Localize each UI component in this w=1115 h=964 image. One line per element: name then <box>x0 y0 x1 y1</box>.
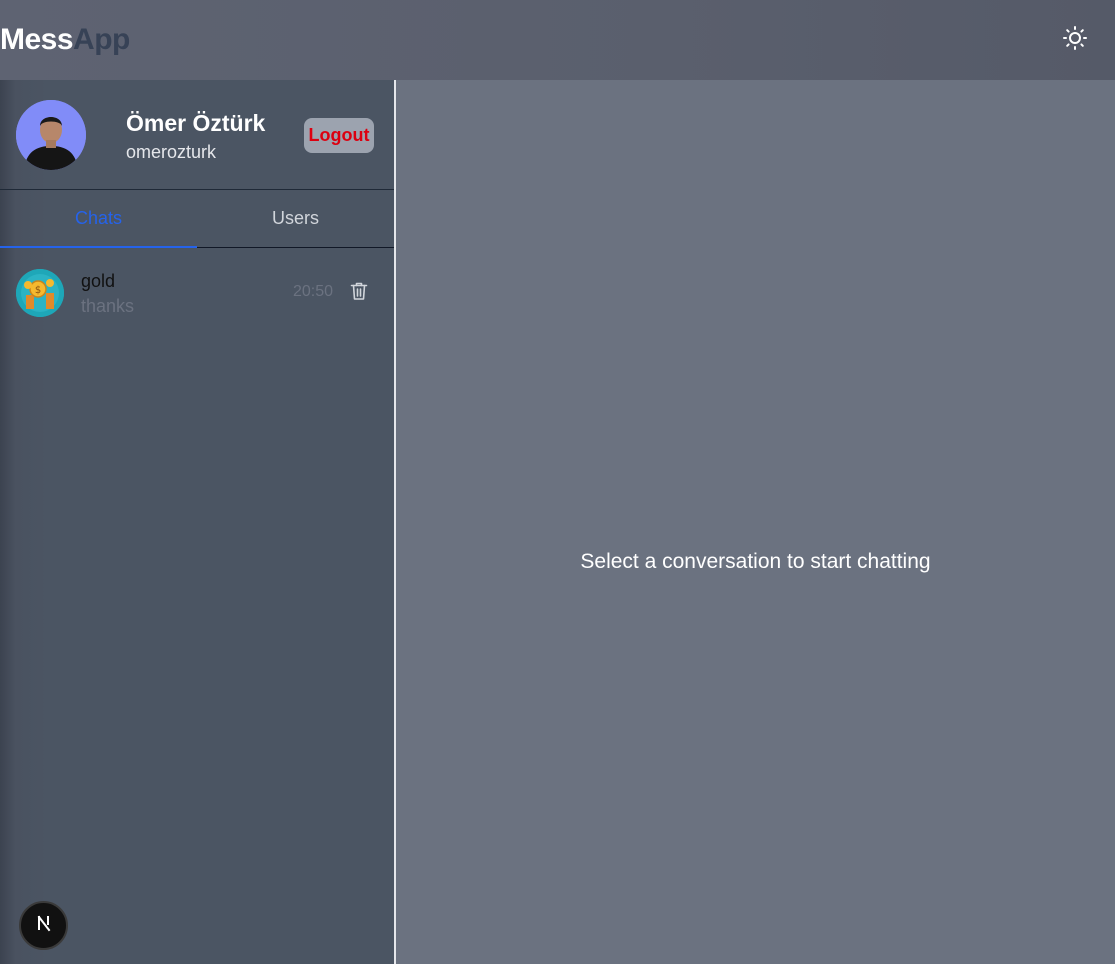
chat-name: gold <box>81 271 116 291</box>
svg-text:$: $ <box>35 285 41 296</box>
chat-list-item[interactable]: $ gold thanks 20:50 <box>0 248 394 338</box>
app: MessApp Ömer Öztürk omerozturk Logout Ch… <box>0 0 1115 964</box>
nextjs-dev-badge[interactable] <box>19 901 68 950</box>
user-username: omerozturk <box>126 142 217 162</box>
delete-chat-button[interactable] <box>348 281 370 305</box>
sidebar-tabs: Chats Users <box>0 190 394 248</box>
chat-last-message: thanks <box>81 296 135 316</box>
sun-icon <box>1062 25 1088 56</box>
logout-button[interactable]: Logout <box>304 118 374 153</box>
chat-timestamp: 20:50 <box>293 283 334 300</box>
brand-part-1: Mess <box>0 23 74 56</box>
user-display-name: Ömer Öztürk <box>126 110 266 136</box>
sidebar: Ömer Öztürk omerozturk Logout Chats User… <box>0 80 394 964</box>
chat-avatar: $ <box>16 269 64 317</box>
top-header: MessApp <box>0 0 1115 80</box>
brand-part-2: App <box>73 23 130 56</box>
nextjs-logo-icon <box>34 913 54 938</box>
tab-users[interactable]: Users <box>197 190 394 247</box>
trash-icon <box>350 281 368 306</box>
tab-chats[interactable]: Chats <box>0 190 197 248</box>
conversation-pane: Select a conversation to start chatting <box>396 80 1115 964</box>
profile-section: Ömer Öztürk omerozturk Logout <box>0 80 394 190</box>
user-avatar[interactable] <box>16 100 86 170</box>
brand-logo[interactable]: MessApp <box>0 25 130 55</box>
empty-state-message: Select a conversation to start chatting <box>580 550 931 573</box>
theme-toggle-button[interactable] <box>1058 23 1092 57</box>
chat-list: $ gold thanks 20:50 <box>0 248 394 338</box>
